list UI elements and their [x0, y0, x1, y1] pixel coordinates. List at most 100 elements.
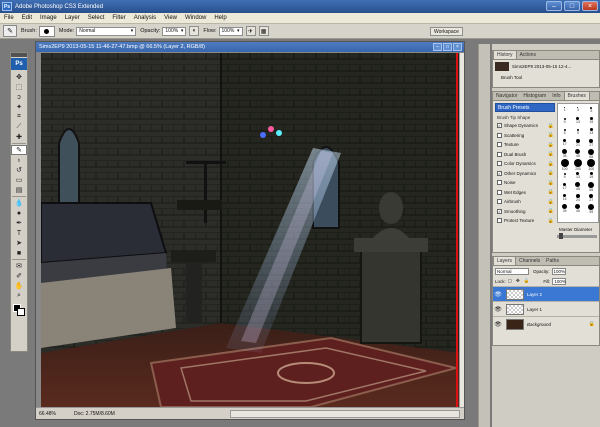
blur-tool-icon[interactable]: 💧 — [11, 198, 27, 208]
layer-opacity-field[interactable]: 100% — [551, 267, 566, 275]
slice-tool-icon[interactable]: ⟋ — [11, 122, 27, 132]
menu-filter[interactable]: Filter — [108, 15, 129, 21]
brush-preset[interactable]: 9 — [563, 172, 566, 179]
brush-option-texture[interactable]: Texture 🔒 — [495, 140, 555, 150]
brush-preset[interactable]: 39 — [562, 204, 568, 213]
brush-option-checkbox[interactable] — [497, 199, 502, 205]
eyedropper-tool-icon[interactable]: ✐ — [11, 271, 27, 281]
history-brush-tool-icon[interactable]: ↺ — [11, 165, 27, 175]
brush-tip-shape-item[interactable]: Brush Tip Shape — [495, 114, 555, 121]
eraser-tool-icon[interactable]: ▭ — [11, 175, 27, 185]
brush-preset[interactable]: 59 — [588, 203, 595, 214]
brush-option-checkbox[interactable] — [497, 132, 502, 138]
lock-icon[interactable]: 🔒 — [548, 189, 555, 195]
brush-preset[interactable]: 13 — [576, 117, 580, 124]
magic-wand-tool-icon[interactable]: ✦ — [11, 102, 27, 112]
tab-channels[interactable]: Channels — [516, 257, 543, 265]
brush-tool-icon[interactable]: ✎ — [11, 145, 27, 155]
notes-tool-icon[interactable]: ✉ — [11, 261, 27, 271]
brush-option-protect-texture[interactable]: Protect Texture 🔒 — [495, 216, 555, 226]
brush-option-checkbox[interactable] — [497, 180, 502, 186]
path-selection-tool-icon[interactable]: ➤ — [11, 238, 27, 248]
layer-row[interactable]: 👁 Background 🔒 — [493, 316, 599, 331]
visibility-eye-icon[interactable]: 👁 — [493, 306, 503, 313]
lock-icon[interactable]: 🔒 — [548, 170, 555, 176]
close-button[interactable]: × — [582, 1, 598, 11]
toolbox-header[interactable] — [11, 53, 27, 57]
blend-mode-select[interactable]: Normal — [495, 267, 529, 275]
brush-preset[interactable]: 46 — [575, 204, 581, 213]
brush-tool-preset-icon[interactable]: ✎ — [3, 25, 17, 37]
brush-preset[interactable]: 17 — [563, 139, 567, 146]
brush-preset[interactable]: 24 — [575, 193, 580, 202]
brush-preset[interactable]: 45 — [575, 182, 581, 191]
brush-preset[interactable]: 27 — [589, 193, 594, 202]
type-tool-icon[interactable]: T — [11, 228, 27, 238]
maximize-button[interactable]: □ — [564, 1, 580, 11]
brush-option-other-dynamics[interactable]: ✓ Other Dynamics 🔒 — [495, 169, 555, 179]
brush-panel-icon[interactable]: ▦ — [258, 26, 269, 36]
layer-row[interactable]: 👁 Layer 2 — [493, 286, 599, 301]
zoom-level[interactable]: 66.48% — [36, 411, 64, 417]
marquee-tool-icon[interactable]: ⬚ — [11, 82, 27, 92]
brush-picker[interactable] — [38, 25, 55, 37]
background-color-swatch[interactable] — [17, 308, 25, 316]
brush-option-checkbox[interactable]: ✓ — [497, 170, 502, 176]
brush-option-checkbox[interactable]: ✓ — [497, 123, 502, 129]
lock-icon[interactable]: 🔒 — [548, 142, 555, 148]
menu-window[interactable]: Window — [181, 15, 210, 21]
brush-option-checkbox[interactable] — [497, 151, 502, 157]
horizontal-scrollbar[interactable] — [230, 409, 460, 418]
zoom-tool-icon[interactable]: ⌕ — [11, 291, 27, 301]
brush-option-smoothing[interactable]: ✓ Smoothing 🔒 — [495, 207, 555, 217]
brush-option-noise[interactable]: Noise 🔒 — [495, 178, 555, 188]
doc-maximize-button[interactable]: □ — [443, 43, 452, 51]
vertical-scrollbar[interactable] — [459, 53, 464, 407]
brush-preset[interactable]: 27 — [589, 138, 594, 147]
brush-option-dual-brush[interactable]: Dual Brush 🔒 — [495, 150, 555, 160]
tab-layers[interactable]: Layers — [493, 256, 517, 265]
lock-position-icon[interactable]: ✥ — [516, 278, 520, 284]
lock-icon[interactable]: 🔒 — [548, 161, 555, 167]
brush-preset[interactable]: 19 — [589, 172, 593, 179]
brush-preset[interactable]: 14 — [563, 194, 567, 201]
brush-preset[interactable]: 100 — [560, 158, 569, 171]
brush-preset[interactable]: 3 — [577, 107, 579, 112]
lock-icon[interactable]: 🔒 — [548, 123, 555, 129]
brush-preset[interactable]: 5 — [563, 128, 566, 135]
hand-tool-icon[interactable]: ✋ — [11, 281, 27, 291]
brush-preset[interactable]: 13 — [589, 128, 593, 135]
move-tool-icon[interactable]: ✥ — [11, 72, 27, 82]
layer-fill-field[interactable]: 100% — [552, 277, 567, 285]
menu-view[interactable]: View — [160, 15, 181, 21]
lock-icon[interactable]: 🔒 — [548, 218, 555, 224]
brush-preset[interactable]: 45 — [575, 149, 581, 158]
image-canvas[interactable] — [41, 53, 461, 407]
lasso-tool-icon[interactable]: ↄ — [11, 92, 27, 102]
tab-info[interactable]: Info — [549, 92, 563, 100]
doc-minimize-button[interactable]: – — [433, 43, 442, 51]
document-title-bar[interactable]: Sims2EP9 2013-05-15 11-46-27-47.bmp @ 66… — [36, 42, 464, 52]
brush-option-airbrush[interactable]: Airbrush 🔒 — [495, 197, 555, 207]
brush-option-wet-edges[interactable]: Wet Edges 🔒 — [495, 188, 555, 198]
brush-preset[interactable]: 17 — [563, 183, 567, 190]
crop-tool-icon[interactable]: ⌗ — [11, 112, 27, 122]
brush-preset[interactable]: 300 — [587, 158, 596, 171]
tab-history[interactable]: History — [493, 50, 517, 59]
brush-option-shape-dynamics[interactable]: ✓ Shape Dynamics 🔒 — [495, 121, 555, 131]
shape-tool-icon[interactable]: ■ — [11, 248, 27, 258]
tab-navigator[interactable]: Navigator — [493, 92, 520, 100]
menu-analysis[interactable]: Analysis — [130, 15, 160, 21]
brush-option-checkbox[interactable] — [497, 189, 502, 195]
dodge-tool-icon[interactable]: ● — [11, 208, 27, 218]
brush-preset[interactable]: 9 — [563, 117, 566, 124]
gradient-tool-icon[interactable]: ▤ — [11, 185, 27, 195]
lock-all-icon[interactable]: 🔒 — [524, 278, 530, 284]
lock-icon[interactable]: 🔒 — [548, 151, 555, 157]
pressure-opacity-icon[interactable]: ◐ — [189, 26, 200, 36]
menu-file[interactable]: File — [0, 15, 18, 21]
brush-preset[interactable]: 65 — [588, 148, 595, 159]
menu-select[interactable]: Select — [84, 15, 109, 21]
brush-option-color-dynamics[interactable]: Color Dynamics 🔒 — [495, 159, 555, 169]
brush-preset[interactable]: 19 — [589, 117, 593, 124]
